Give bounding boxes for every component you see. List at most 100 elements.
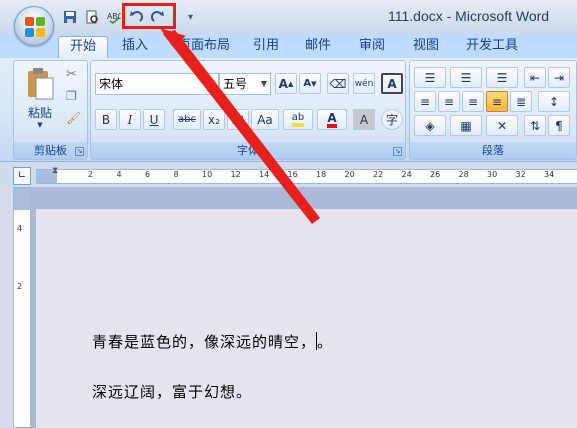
ruler-tick: 6 <box>145 170 151 179</box>
paragraph-group-label: 段落 <box>410 142 576 159</box>
numbering-icon[interactable]: ☰ <box>450 67 482 88</box>
ruler-tick: 24 <box>401 170 412 179</box>
align-right-icon[interactable]: ≡ <box>462 91 484 112</box>
ruler-tick: 32 <box>515 170 526 179</box>
ruler-tick: 14 <box>259 170 270 179</box>
chevron-down-icon: ▼ <box>260 79 267 88</box>
bullets-icon[interactable]: ☰ <box>414 67 446 88</box>
tab-insert[interactable]: 插入 <box>112 36 158 58</box>
ruler-tick: 28 <box>458 170 469 179</box>
office-logo-icon <box>25 17 45 37</box>
align-center-icon[interactable]: ≡ <box>438 91 460 112</box>
highlight-box <box>122 3 176 29</box>
char-shading-button[interactable]: A <box>353 109 375 130</box>
font-name-combo[interactable]: 宋体 <box>95 73 219 95</box>
char-border-icon[interactable]: A <box>381 73 403 94</box>
align-left-icon[interactable]: ≡ <box>414 91 436 112</box>
asian-layout-icon[interactable]: ✕ <box>486 115 518 136</box>
change-case-button[interactable]: Aa <box>251 109 279 130</box>
customize-qat-button[interactable]: ▾ <box>188 12 193 23</box>
save-icon[interactable] <box>60 7 80 27</box>
font-size-combo[interactable]: 五号 ▼ <box>219 73 271 95</box>
ruler-tick: 16 <box>287 170 298 179</box>
ruler-tick: 20 <box>344 170 355 179</box>
borders-icon[interactable]: ▦ <box>450 115 482 136</box>
tab-page-layout[interactable]: 页面布局 <box>172 36 236 58</box>
ruler-tick: 4 <box>116 170 122 179</box>
chevron-down-icon: ▼ <box>37 121 43 129</box>
print-preview-icon[interactable] <box>82 7 102 27</box>
decrease-indent-icon[interactable]: ⇤ <box>524 67 546 88</box>
justify-icon[interactable]: ≡ <box>486 91 508 112</box>
ruler-tick: 34 <box>544 170 555 179</box>
shrink-font-button[interactable]: A ▼ <box>299 73 321 94</box>
line-spacing-icon[interactable]: ↕ <box>538 91 570 112</box>
grow-font-button[interactable]: A ▲ <box>275 73 297 94</box>
italic-button[interactable]: I <box>119 109 141 130</box>
paste-icon <box>28 68 54 100</box>
dialog-launcher-icon[interactable]: ↘ <box>75 147 84 156</box>
ruler-tick: 26 <box>430 170 441 179</box>
increase-indent-icon[interactable]: ⇥ <box>548 67 570 88</box>
superscript-button[interactable]: x² <box>227 109 249 130</box>
ruler-tick: 12 <box>230 170 241 179</box>
ruler-top-margin <box>14 188 30 210</box>
strikethrough-button[interactable]: abc <box>173 109 201 130</box>
copy-icon[interactable]: ❐ <box>66 89 77 103</box>
subscript-button[interactable]: x₂ <box>203 109 225 130</box>
ruler-tick: 2 <box>17 282 23 291</box>
ruler-tick: 8 <box>173 170 179 179</box>
tab-references[interactable]: 引用 <box>244 36 288 58</box>
ruler-tick: 22 <box>373 170 384 179</box>
tab-review[interactable]: 审阅 <box>350 36 394 58</box>
font-group-label: 字体 <box>91 142 405 159</box>
font-size-value: 五号 <box>223 77 248 91</box>
multilevel-list-icon[interactable]: ☰ <box>486 67 518 88</box>
font-color-button[interactable]: A <box>317 109 347 130</box>
font-color-label: A <box>327 112 337 128</box>
horizontal-ruler[interactable]: ⧗ 2 4 6 8 10 12 14 16 18 20 22 24 26 28 30 32 34 <box>36 166 577 184</box>
office-button[interactable] <box>14 6 54 46</box>
ruler-tick: 18 <box>316 170 327 179</box>
tab-selector-icon[interactable]: ∟ <box>13 167 31 185</box>
svg-text:ABC: ABC <box>107 12 121 21</box>
tab-developer[interactable]: 开发工具 <box>460 36 524 58</box>
enclose-char-button[interactable]: 字 <box>381 109 403 130</box>
sort-icon[interactable]: ⇅ <box>524 115 546 136</box>
ruler-tick: 30 <box>487 170 498 179</box>
line-1-end: 。 <box>317 333 334 351</box>
shading-icon[interactable]: ◈ <box>414 115 446 136</box>
clipboard-group: 粘贴 ▼ ✂ ❐ 🖌 剪贴板 ↘ <box>13 60 88 160</box>
document-line-1[interactable]: 青春是蓝色的，像深远的晴空，。 <box>92 331 333 352</box>
font-name-value: 宋体 <box>99 77 124 91</box>
tab-mailings[interactable]: 邮件 <box>296 36 340 58</box>
underline-button[interactable]: U <box>143 109 165 130</box>
ruler-tick: 4 <box>17 224 23 233</box>
document-line-2[interactable]: 深远辽阔，富于幻想。 <box>92 381 252 402</box>
vertical-ruler[interactable]: 4 2 <box>13 187 31 428</box>
phonetic-guide-icon[interactable]: wén <box>353 73 375 94</box>
cut-icon[interactable]: ✂ <box>66 67 77 82</box>
paragraph-group: ☰ ☰ ☰ ⇤ ⇥ ≡ ≡ ≡ ≡ ≣ ↕ ◈ ▦ ✕ ⇅ ¶ 段落 <box>409 60 577 160</box>
ribbon-tabs: 开始 插入 页面布局 引用 邮件 审阅 视图 开发工具 <box>0 34 577 58</box>
highlight-button[interactable]: ab <box>283 109 313 130</box>
bold-button[interactable]: B <box>95 109 117 130</box>
ruler-tick: 2 <box>88 170 94 179</box>
dialog-launcher-icon[interactable]: ↘ <box>393 147 402 156</box>
ruler-tick: 10 <box>202 170 213 179</box>
indent-marker-icon[interactable]: ⧗ <box>52 166 58 176</box>
show-marks-icon[interactable]: ¶ <box>548 115 570 136</box>
font-group: 宋体 五号 ▼ A ▲ A ▼ ⌫ wén A B I U abc x₂ x² Aa … <box>90 60 406 160</box>
spelling-icon[interactable]: ABC <box>104 7 124 27</box>
tab-view[interactable]: 视图 <box>404 36 448 58</box>
title-bar: ABC ▾ 111.docx - Microsoft Word <box>0 0 577 46</box>
line-1-text: 青春是蓝色的，像深远的晴空， <box>92 333 317 351</box>
clear-format-icon[interactable]: ⌫ <box>327 73 349 94</box>
format-painter-icon[interactable]: 🖌 <box>66 111 81 125</box>
distributed-icon[interactable]: ≣ <box>510 91 532 112</box>
window-title: 111.docx - Microsoft Word <box>388 8 550 24</box>
tab-home[interactable]: 开始 <box>58 36 108 58</box>
paste-button[interactable]: 粘贴 ▼ <box>20 65 60 137</box>
ruler-row: ∟ ⧗ 2 4 6 8 10 12 14 16 18 20 22 24 26 28 30 32 34 <box>0 163 577 187</box>
ribbon: 粘贴 ▼ ✂ ❐ 🖌 剪贴板 ↘ 宋体 五号 ▼ A ▲ A ▼ ⌫ wén A B … <box>0 58 577 162</box>
